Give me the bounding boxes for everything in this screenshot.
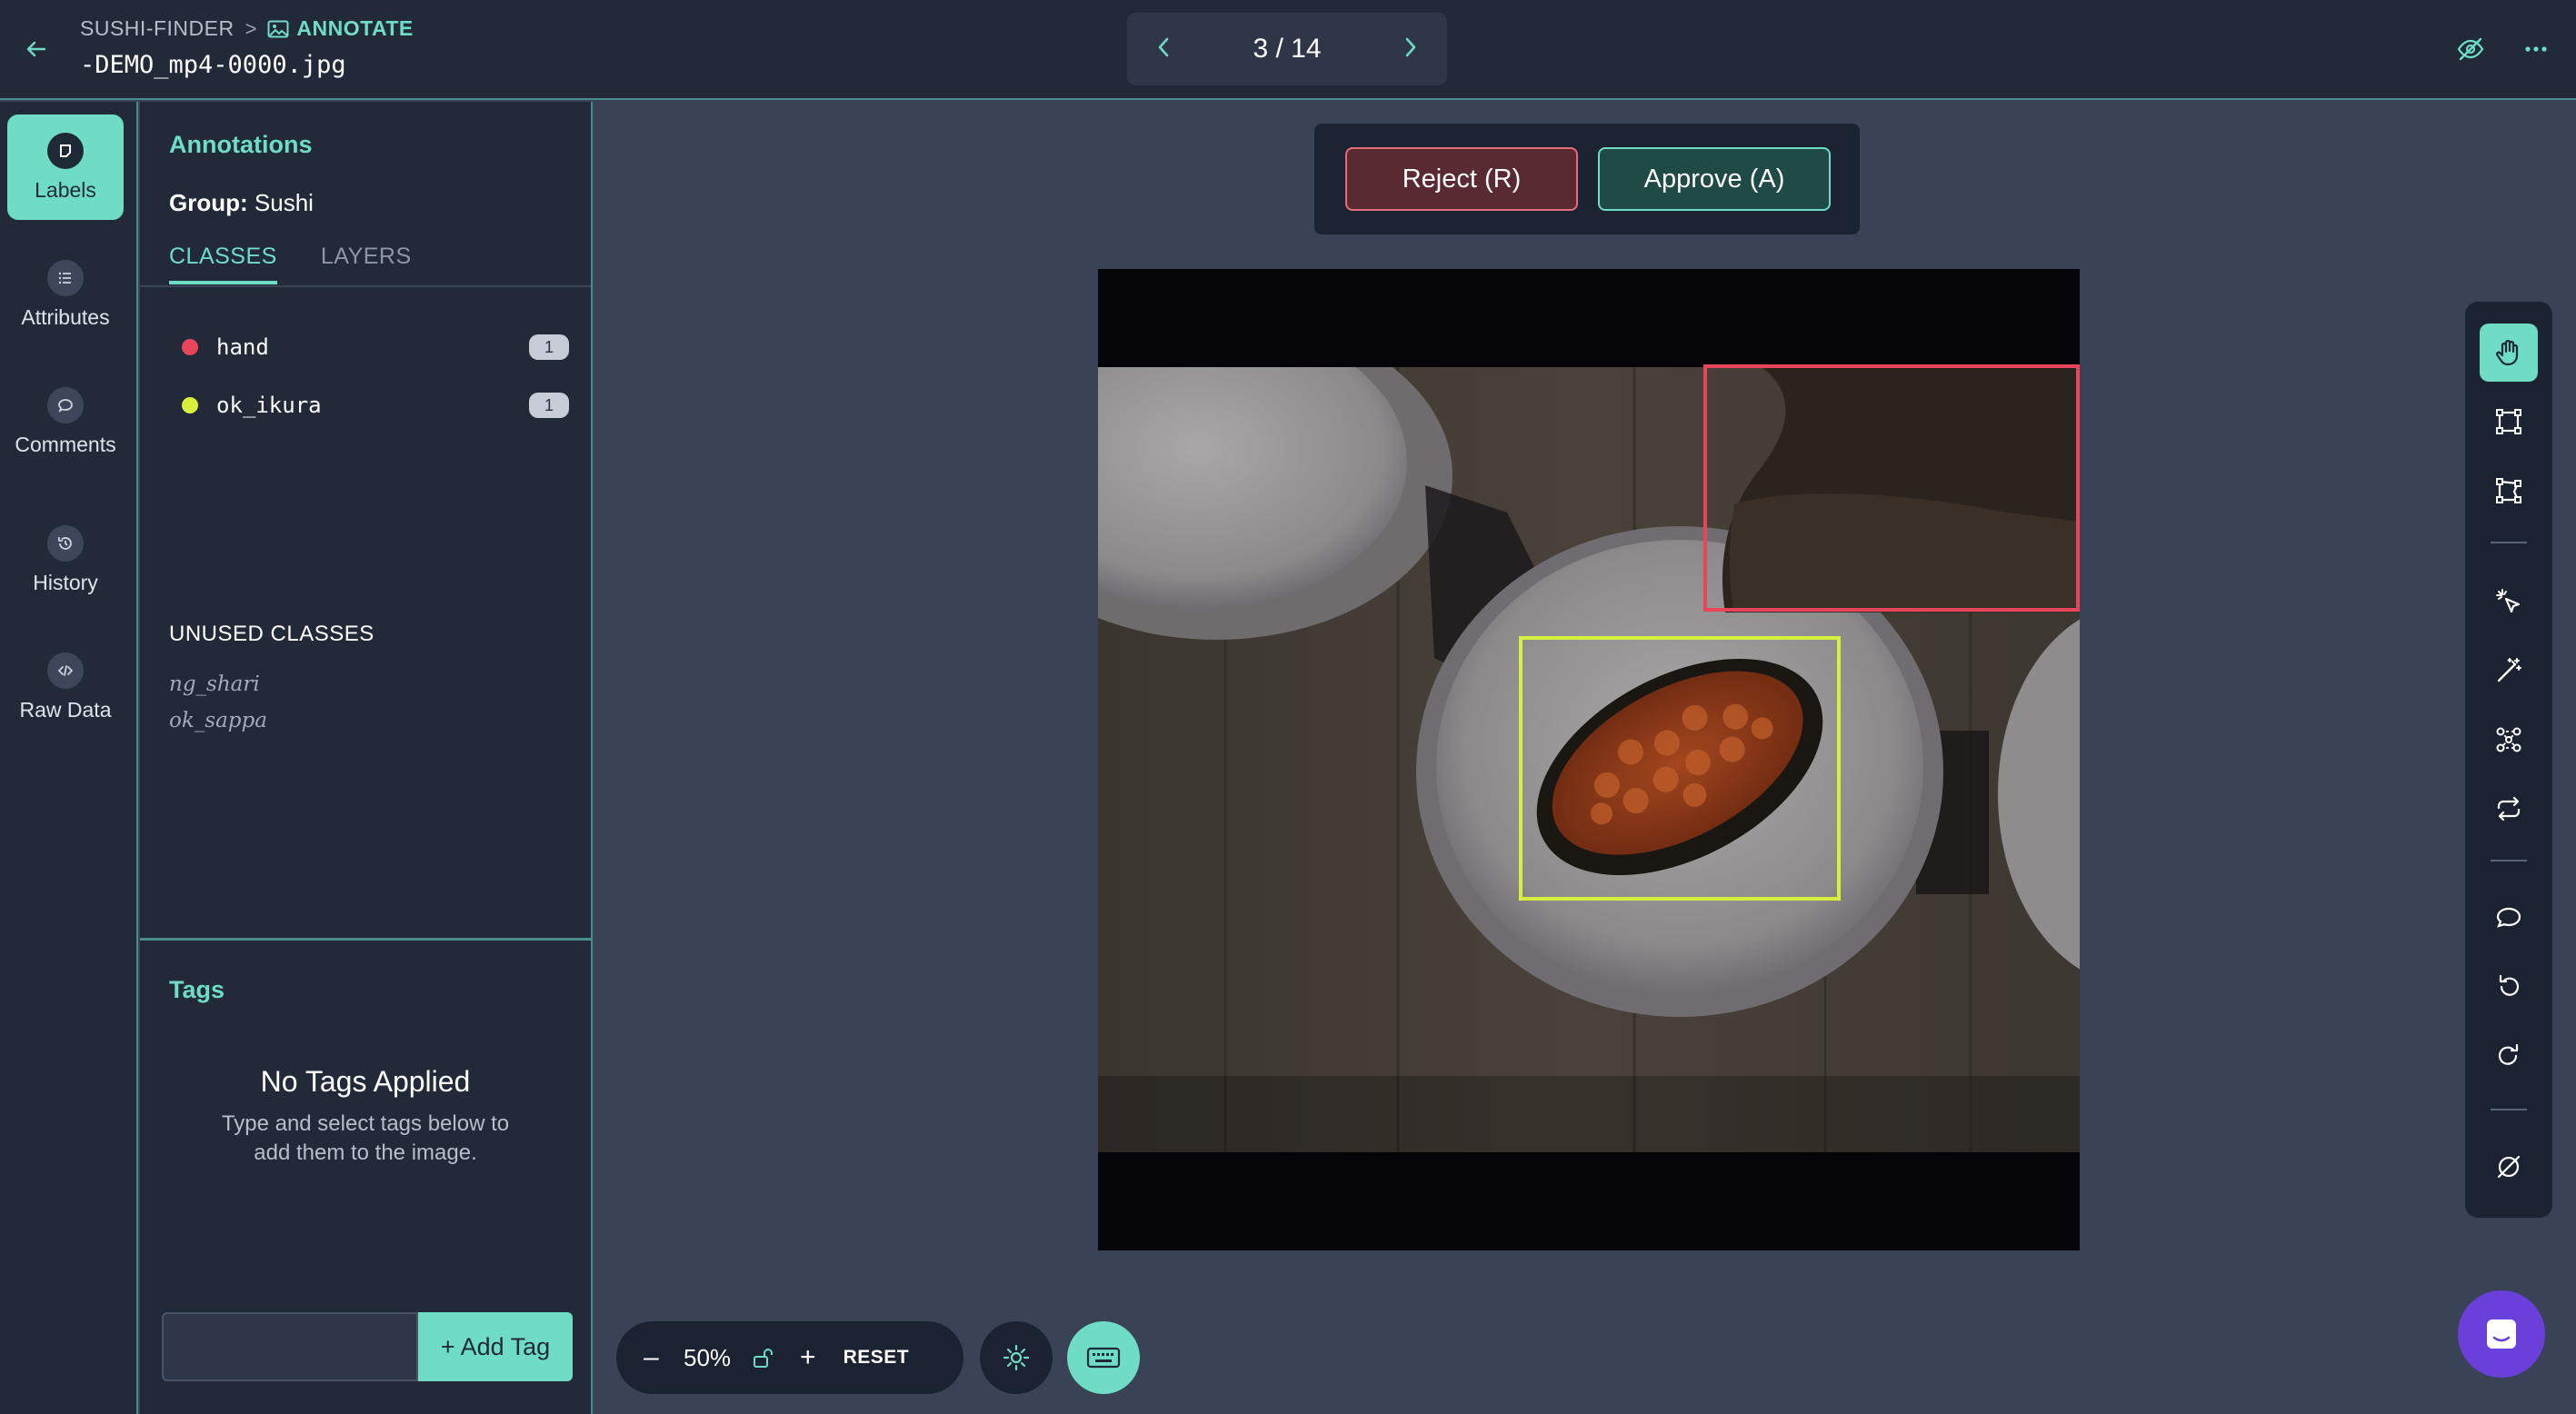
toolbar-divider [2491,860,2527,861]
brightness-icon[interactable] [980,1321,1053,1394]
class-name: hand [216,334,269,360]
hide-annotations-icon[interactable] [2451,29,2491,69]
rail-item-label: Attributes [21,304,110,329]
chevron-left-icon [1158,37,1169,56]
top-header: SUSHI-FINDER > ANNOTATE -DEMO_mp4-0000.j… [0,0,2576,100]
breadcrumb: SUSHI-FINDER > ANNOTATE [80,16,414,41]
code-icon [47,652,84,689]
chevron-right-icon [1405,37,1416,56]
image-icon [267,20,289,37]
keyboard-icon[interactable] [1067,1321,1140,1394]
tool-bar [2465,302,2552,1218]
tag-input[interactable] [162,1312,418,1381]
no-tags-empty-state: No Tags Applied Type and select tags bel… [140,1065,591,1168]
unused-class-item[interactable]: ng_shari [169,672,260,696]
lock-zoom-icon[interactable] [751,1346,774,1369]
class-count-badge: 1 [529,393,569,418]
breadcrumb-separator: > [245,16,257,40]
bbox-hand[interactable] [1703,364,2080,612]
zoom-in-button[interactable]: + [800,1342,816,1373]
keypoint-icon[interactable] [2480,711,2538,769]
class-row-hand[interactable]: hand 1 [169,327,569,367]
repeat-icon[interactable] [2480,780,2538,838]
prev-image-button[interactable] [1154,35,1173,64]
group-label: Group: [169,189,248,216]
redo-icon[interactable] [2480,1027,2538,1085]
rail-item-label: Comments [15,432,116,456]
comment-icon [47,386,84,423]
comment-icon[interactable] [2480,889,2538,947]
tags-divider [140,938,591,941]
label-icon [47,132,84,169]
breadcrumb-mode: ANNOTATE [296,16,414,40]
class-count-badge: 1 [529,334,569,360]
history-icon [47,524,84,562]
zoom-controls: – 50% + RESET [616,1321,964,1394]
panel-title: Annotations [169,131,313,158]
approve-button[interactable]: Approve (A) [1598,147,1831,211]
rail-item-comments[interactable]: Comments [7,369,124,474]
magic-wand-icon[interactable] [2480,642,2538,700]
rail-item-label: History [33,570,98,594]
tab-layers[interactable]: LAYERS [321,244,412,284]
tabs-divider [140,285,591,287]
rail-item-label: Raw Data [19,697,112,722]
class-row-ok-ikura[interactable]: ok_ikura 1 [169,385,569,425]
toolbar-divider [2491,1109,2527,1110]
reject-button[interactable]: Reject (R) [1345,147,1578,211]
left-rail: Labels Attributes Comments History Raw D… [0,102,138,1414]
add-tag-button[interactable]: + Add Tag [418,1312,573,1381]
no-tags-description: Type and select tags below to [221,1111,510,1136]
image-pager: 3 / 14 [1127,13,1447,85]
review-bar: Reject (R) Approve (A) [1314,124,1860,234]
group-value: Sushi [254,189,314,216]
class-name: ok_ikura [216,393,322,418]
rail-item-label: Labels [35,177,96,202]
reset-zoom-button[interactable]: RESET [844,1347,910,1369]
undo-icon[interactable] [2480,958,2538,1016]
unused-class-item[interactable]: ok_sappa [169,709,267,732]
tab-classes[interactable]: CLASSES [169,244,277,284]
breadcrumb-annotate: ANNOTATE [267,16,413,41]
rail-item-labels[interactable]: Labels [7,115,124,220]
zoom-level: 50% [684,1343,732,1371]
panel-tabs: CLASSES LAYERS [169,244,412,284]
breadcrumb-project[interactable]: SUSHI-FINDER [80,16,235,41]
support-chat-icon[interactable] [2458,1290,2545,1378]
list-icon [47,259,84,296]
smart-select-icon[interactable] [2480,573,2538,631]
bounding-box-icon[interactable] [2480,393,2538,451]
unused-classes-title: UNUSED CLASSES [169,622,374,646]
null-annotation-icon[interactable] [2480,1138,2538,1196]
no-tags-description: add them to the image. [254,1140,477,1165]
more-options-icon[interactable] [2516,29,2556,69]
back-arrow-icon[interactable] [16,29,56,69]
no-tags-heading: No Tags Applied [260,1065,471,1098]
next-image-button[interactable] [1402,35,1420,64]
pan-hand-icon[interactable] [2480,324,2538,382]
rail-item-history[interactable]: History [7,507,124,612]
pager-position: 3 / 14 [1253,34,1322,64]
bbox-ok-ikura[interactable] [1519,636,1841,901]
file-name: -DEMO_mp4-0000.jpg [80,51,346,79]
class-color-dot [182,339,198,355]
rail-item-attributes[interactable]: Attributes [7,242,124,347]
group-line: Group: Sushi [169,189,314,217]
class-color-dot [182,397,198,413]
tags-title: Tags [169,976,225,1003]
rail-item-raw-data[interactable]: Raw Data [7,634,124,740]
annotations-panel: Annotations Group: Sushi CLASSES LAYERS … [140,102,593,1414]
image-canvas[interactable] [1098,269,2080,1250]
zoom-out-button[interactable]: – [644,1342,671,1373]
toolbar-divider [2491,542,2527,543]
polygon-icon[interactable] [2480,462,2538,520]
